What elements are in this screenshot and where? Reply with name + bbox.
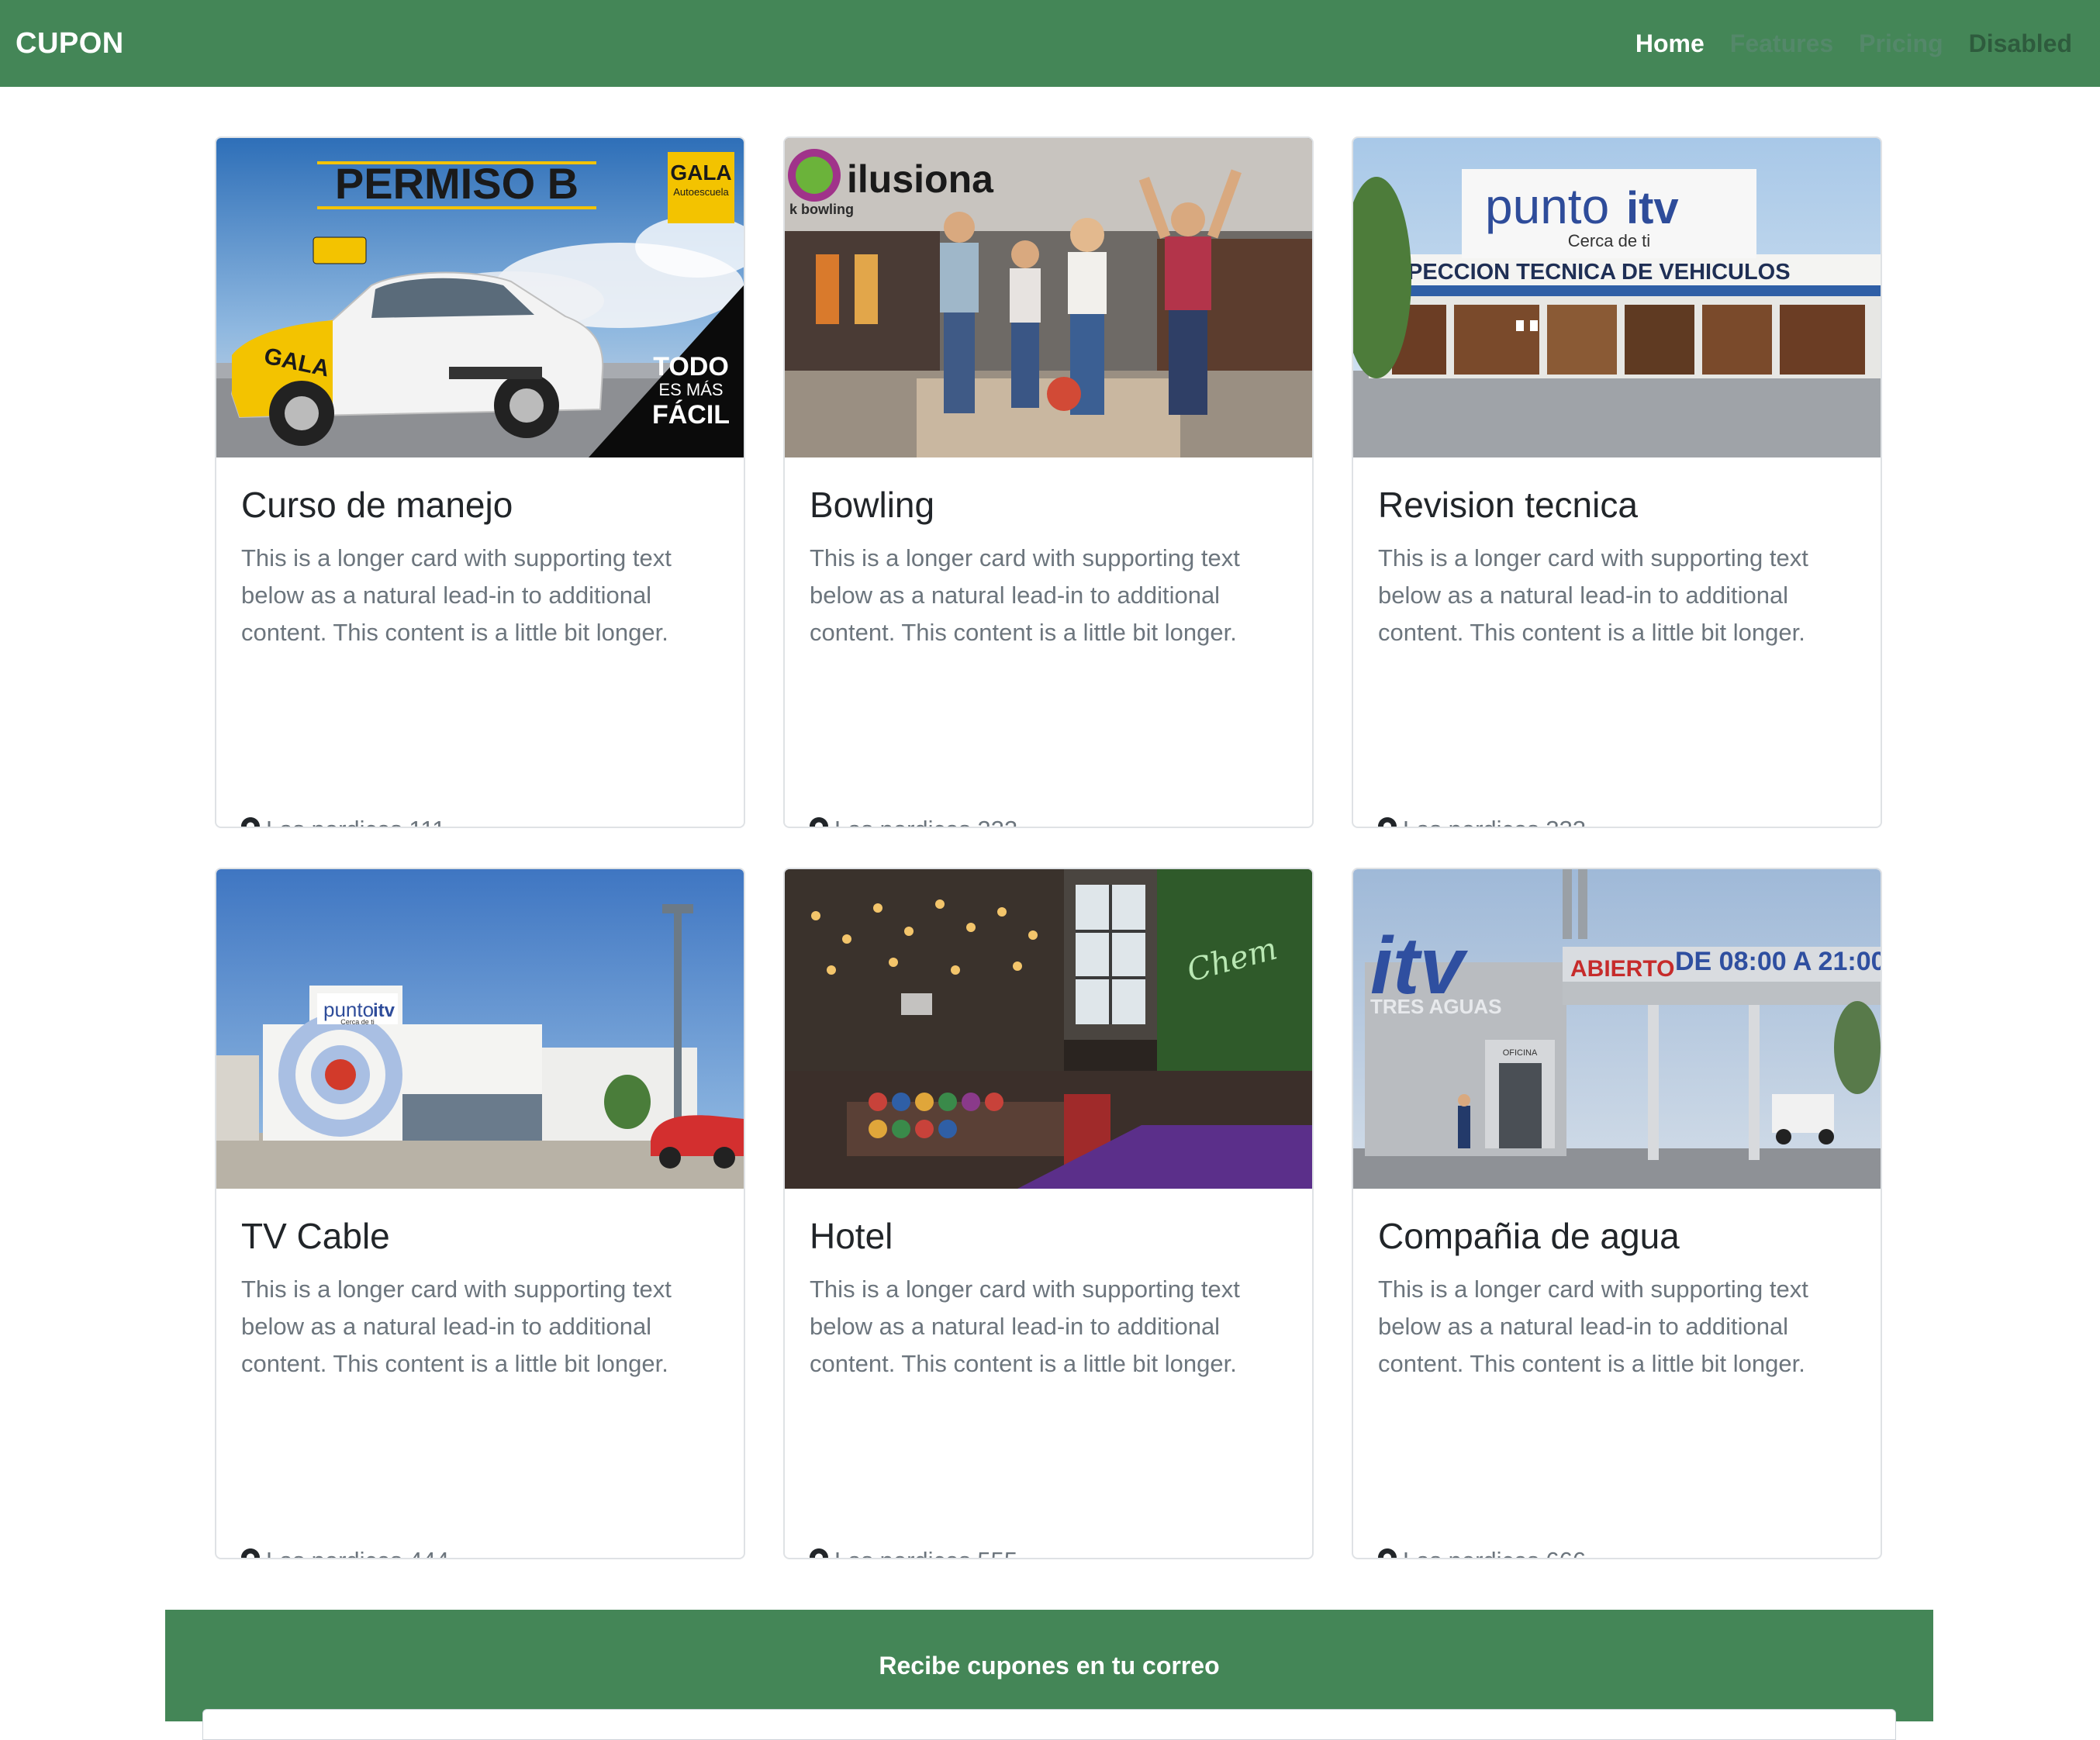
coupon-card-hotel[interactable]: Chem Hotel This is a longer card with su… xyxy=(783,868,1314,1559)
bowling-logo-sub: k bowling xyxy=(789,202,854,217)
card-location: Las perdices 333 xyxy=(1378,816,1586,827)
location-text: Las perdices 666 xyxy=(1403,1547,1586,1558)
coupon-card-curso-de-manejo[interactable]: PERMISO B GALA Autoescuela TODO ES MÁS F… xyxy=(215,136,745,828)
tagline-3: FÁCIL xyxy=(652,400,730,430)
water-logo-sub: TRES AGUAS xyxy=(1370,995,1502,1018)
nav-links: Home Features Pricing Disabled xyxy=(1635,0,2072,87)
water-banner-b: DE 08:00 A 21:00 xyxy=(1675,947,1881,976)
nav-link-features[interactable]: Features xyxy=(1730,29,1833,58)
nav-link-pricing[interactable]: Pricing xyxy=(1859,29,1943,58)
location-text: Las perdices 555 xyxy=(834,1547,1017,1558)
card-description: This is a longer card with supporting te… xyxy=(1378,544,1808,646)
card-description: This is a longer card with supporting te… xyxy=(810,544,1240,646)
bowling-logo: ilusiona xyxy=(847,157,994,201)
card-description: This is a longer card with supporting te… xyxy=(241,1276,672,1377)
card-title: TV Cable xyxy=(241,1216,390,1256)
location-text: Las perdices 444 xyxy=(266,1547,449,1558)
card-title: Revision tecnica xyxy=(1378,485,1638,525)
itv-logo-sub: Cerca de ti xyxy=(1568,231,1650,250)
location-text: Las perdices 111 xyxy=(266,816,446,827)
gala-badge: GALA xyxy=(670,161,731,185)
nav-link-home[interactable]: Home xyxy=(1635,29,1705,58)
map-marker-icon xyxy=(241,817,260,827)
newsletter-title: Recibe cupones en tu correo xyxy=(879,1652,1220,1680)
card-image-hotel-lounge: Chem xyxy=(785,869,1312,1189)
brand-logo[interactable]: CUPON xyxy=(16,0,124,87)
itv-logo-b: itv xyxy=(1626,183,1679,233)
card-image-water-company: itv TRES AGUAS ABIERTO DE 08:00 A 21:00 … xyxy=(1353,869,1881,1189)
map-marker-icon xyxy=(1378,817,1397,827)
card-image-bowling: ilusiona k bowling xyxy=(785,138,1312,457)
card-location: Las perdices 666 xyxy=(1378,1547,1586,1558)
tv-logo-b: itv xyxy=(373,1000,395,1021)
card-image-driving-school: PERMISO B GALA Autoescuela TODO ES MÁS F… xyxy=(216,138,744,457)
card-title: Bowling xyxy=(810,485,935,525)
card-description: This is a longer card with supporting te… xyxy=(810,1276,1240,1377)
coupon-card-revision-tecnica[interactable]: punto itv Cerca de ti PECCION TECNICA DE… xyxy=(1352,136,1882,828)
map-marker-icon xyxy=(1378,1548,1397,1558)
newsletter-email-input[interactable] xyxy=(202,1709,1896,1740)
card-description: This is a longer card with supporting te… xyxy=(241,544,672,646)
card-title: Hotel xyxy=(810,1216,893,1256)
card-location: Las perdices 555 xyxy=(810,1547,1017,1558)
card-location: Las perdices 444 xyxy=(241,1547,449,1558)
itv-logo-a: punto xyxy=(1485,178,1609,234)
card-location: Las perdices 222 xyxy=(810,816,1017,827)
coupon-card-bowling[interactable]: ilusiona k bowling Bowling This is a lon… xyxy=(783,136,1314,828)
card-title: Compañia de agua xyxy=(1378,1216,1680,1256)
card-title: Curso de manejo xyxy=(241,485,513,525)
map-marker-icon xyxy=(810,1548,828,1558)
card-location: Las perdices 111 xyxy=(241,816,446,827)
coupon-card-tv-cable[interactable]: punto itv Cerca de ti TV Cable This is a… xyxy=(215,868,745,1559)
nav-link-disabled: Disabled xyxy=(1968,29,2072,57)
coupon-card-compania-de-agua[interactable]: itv TRES AGUAS ABIERTO DE 08:00 A 21:00 … xyxy=(1352,868,1882,1559)
driving-headline: PERMISO B xyxy=(335,159,579,208)
gala-badge-sub: Autoescuela xyxy=(673,186,729,198)
map-marker-icon xyxy=(241,1548,260,1558)
map-marker-icon xyxy=(810,817,828,827)
water-banner-a: ABIERTO xyxy=(1570,956,1674,982)
itv-banner: PECCION TECNICA DE VEHICULOS xyxy=(1407,260,1791,285)
location-text: Las perdices 222 xyxy=(834,816,1017,827)
navbar: CUPON Home Features Pricing Disabled xyxy=(0,0,2100,87)
tagline-2: ES MÁS xyxy=(658,380,723,399)
card-description: This is a longer card with supporting te… xyxy=(1378,1276,1808,1377)
water-door-sign: OFICINA xyxy=(1503,1048,1538,1058)
card-image-inspection-station: punto itv Cerca de ti PECCION TECNICA DE… xyxy=(1353,138,1881,457)
newsletter-section: Recibe cupones en tu correo xyxy=(165,1610,1933,1740)
location-text: Las perdices 333 xyxy=(1403,816,1586,827)
tv-logo-sub: Cerca de ti xyxy=(340,1018,375,1026)
card-image-tv-cable-building: punto itv Cerca de ti xyxy=(216,869,744,1189)
tagline-1: TODO xyxy=(653,352,729,381)
